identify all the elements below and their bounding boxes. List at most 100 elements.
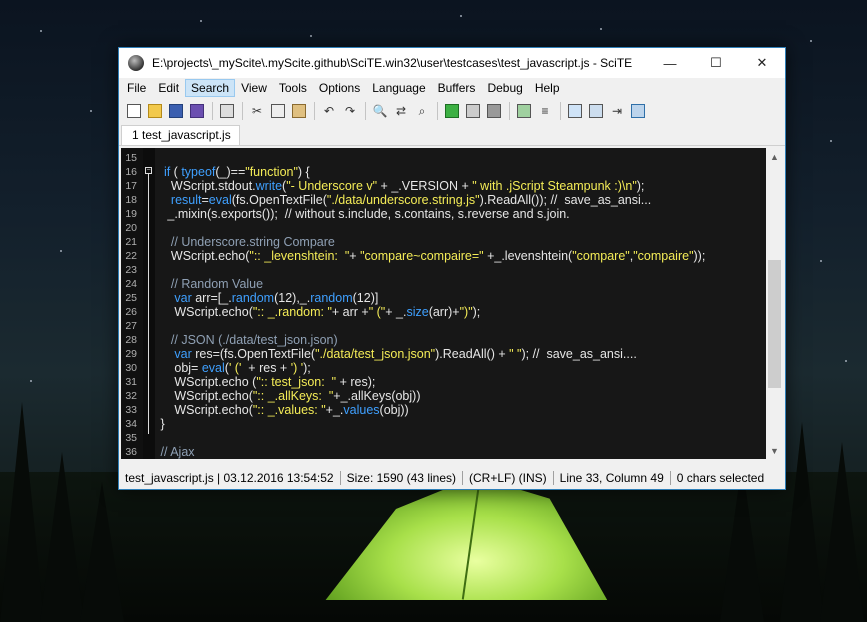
code-text: WScript.echo(":: _.values: "+_.values(ob… [157, 403, 409, 417]
vertical-scrollbar[interactable]: ▲ ▼ [766, 148, 783, 459]
line-number: 31 [125, 376, 137, 388]
code-line[interactable]: 24 // Random Value [121, 277, 761, 291]
code-line[interactable]: 19 _.mixin(s.exports()); // without s.in… [121, 207, 761, 221]
code-line[interactable]: 33 WScript.echo(":: _.values: "+_.values… [121, 403, 761, 417]
menu-help[interactable]: Help [529, 79, 566, 97]
undo-icon[interactable]: ↶ [320, 102, 338, 120]
title-bar[interactable]: E:\projects\_myScite\.myScite.github\Sci… [119, 48, 785, 78]
menu-debug[interactable]: Debug [481, 79, 528, 97]
code-line[interactable]: 18 result=eval(fs.OpenTextFile("./data/u… [121, 193, 761, 207]
code-editor[interactable]: 15 16 − if ( typeof(_)=="function") {17 WS… [121, 148, 767, 459]
code-text: if ( typeof(_)=="function") { [163, 165, 310, 179]
chart-icon[interactable] [515, 102, 533, 120]
save-all-icon[interactable] [188, 102, 206, 120]
code-line[interactable]: 15 [121, 151, 761, 165]
code-line[interactable]: 23 [121, 263, 761, 277]
code-line[interactable]: 31 WScript.echo (":: test_json: " + res)… [121, 375, 761, 389]
code-line[interactable]: 28 // JSON (./data/test_json.json) [121, 333, 761, 347]
code-text: WScript.echo (":: test_json: " + res); [157, 375, 376, 389]
replace-icon[interactable]: ⇄ [392, 102, 410, 120]
line-number: 28 [125, 334, 137, 346]
panel-icon[interactable] [629, 102, 647, 120]
window-icon[interactable] [566, 102, 584, 120]
scroll-up-icon[interactable]: ▲ [766, 148, 783, 165]
line-number: 26 [125, 306, 137, 318]
toolbar: ✂ ↶ ↷ 🔍 ⇄ ⌕ ≡ ⇥ [119, 98, 785, 124]
menu-language[interactable]: Language [366, 79, 431, 97]
status-bar: test_javascript.js | 03.12.2016 13:54:52… [119, 467, 785, 489]
open-folder-icon[interactable] [146, 102, 164, 120]
line-number: 18 [125, 194, 137, 206]
window-title: E:\projects\_myScite\.myScite.github\Sci… [152, 56, 633, 70]
code-line[interactable]: 32 WScript.echo(":: _.allKeys: "+_.allKe… [121, 389, 761, 403]
line-number: 22 [125, 250, 137, 262]
code-text: // Ajax [160, 445, 195, 459]
line-number: 25 [125, 292, 137, 304]
code-line[interactable]: 20 [121, 221, 761, 235]
code-line[interactable]: 27 [121, 319, 761, 333]
scite-app-icon[interactable] [128, 55, 144, 71]
monitor-icon[interactable] [587, 102, 605, 120]
line-number: 23 [125, 264, 137, 276]
code-line[interactable]: 25 var arr=[_.random(12),_.random(12)] [121, 291, 761, 305]
status-size: Size: 1590 (43 lines) [341, 471, 463, 485]
tab-test-javascript[interactable]: 1 test_javascript.js [121, 125, 240, 145]
status-eol-mode: (CR+LF) (INS) [463, 471, 554, 485]
line-number: 15 [125, 152, 137, 164]
line-number: 16 [125, 166, 137, 178]
menu-tools[interactable]: Tools [273, 79, 313, 97]
paste-icon[interactable] [290, 102, 308, 120]
code-line[interactable]: 29 var res=(fs.OpenTextFile("./data/test… [121, 347, 761, 361]
code-text: // Underscore.string Compare [170, 235, 335, 249]
scroll-thumb[interactable] [768, 260, 781, 388]
copy-icon[interactable] [269, 102, 287, 120]
scite-window: E:\projects\_myScite\.myScite.github\Sci… [118, 47, 786, 490]
code-text: WScript.echo(":: _levenshtein: "+ "compa… [157, 249, 706, 263]
line-number: 34 [125, 418, 137, 430]
code-line[interactable]: 30 obj= eval(' (' + res + ') '); [121, 361, 761, 375]
menu-file[interactable]: File [121, 79, 152, 97]
new-file-icon[interactable] [125, 102, 143, 120]
status-selection: 0 chars selected [676, 471, 765, 485]
cut-icon[interactable]: ✂ [248, 102, 266, 120]
maximize-button[interactable]: ☐ [693, 48, 739, 78]
code-line[interactable]: 35 [121, 431, 761, 445]
menu-bar: File Edit Search View Tools Options Lang… [119, 78, 785, 98]
code-text: // Random Value [170, 277, 264, 291]
code-line[interactable]: 26 WScript.echo(":: _.random: "+ arr +" … [121, 305, 761, 319]
find-in-files-icon[interactable]: ⌕ [413, 102, 431, 120]
scroll-down-icon[interactable]: ▼ [766, 442, 783, 459]
tab-indent-icon[interactable]: ⇥ [608, 102, 626, 120]
menu-options[interactable]: Options [313, 79, 366, 97]
code-line[interactable]: 34 } [121, 417, 761, 431]
code-text: // JSON (./data/test_json.json) [170, 333, 338, 347]
build-icon[interactable] [485, 102, 503, 120]
line-number: 20 [125, 222, 137, 234]
code-text: WScript.stdout.write("- Underscore v" + … [157, 179, 645, 193]
fold-toggle-icon[interactable]: − [145, 167, 152, 174]
find-icon[interactable]: 🔍 [371, 102, 389, 120]
menu-buffers[interactable]: Buffers [432, 79, 482, 97]
menu-edit[interactable]: Edit [152, 79, 185, 97]
minimize-button[interactable]: — [647, 48, 693, 78]
redo-icon[interactable]: ↷ [341, 102, 359, 120]
code-line[interactable]: 36 // Ajax [121, 445, 761, 459]
code-line[interactable]: 22 WScript.echo(":: _levenshtein: "+ "co… [121, 249, 761, 263]
code-text: WScript.echo(":: _.random: "+ arr +" ("+… [157, 305, 481, 319]
code-line[interactable]: 16 − if ( typeof(_)=="function") { [121, 165, 761, 179]
status-file-date: test_javascript.js | 03.12.2016 13:54:52 [119, 471, 341, 485]
code-text: var arr=[_.random(12),_.random(12)] [174, 291, 379, 305]
wrap-icon[interactable]: ≡ [536, 102, 554, 120]
menu-search[interactable]: Search [185, 79, 236, 97]
code-line[interactable]: 17 WScript.stdout.write("- Underscore v"… [121, 179, 761, 193]
menu-view[interactable]: View [235, 79, 273, 97]
save-icon[interactable] [167, 102, 185, 120]
print-icon[interactable] [218, 102, 236, 120]
close-button[interactable]: ✕ [739, 48, 785, 78]
run-icon[interactable] [443, 102, 461, 120]
code-line[interactable]: 21 // Underscore.string Compare [121, 235, 761, 249]
line-number: 30 [125, 362, 137, 374]
compile-icon[interactable] [464, 102, 482, 120]
code-text: result=eval(fs.OpenTextFile("./data/unde… [170, 193, 652, 207]
line-number: 35 [125, 432, 137, 444]
